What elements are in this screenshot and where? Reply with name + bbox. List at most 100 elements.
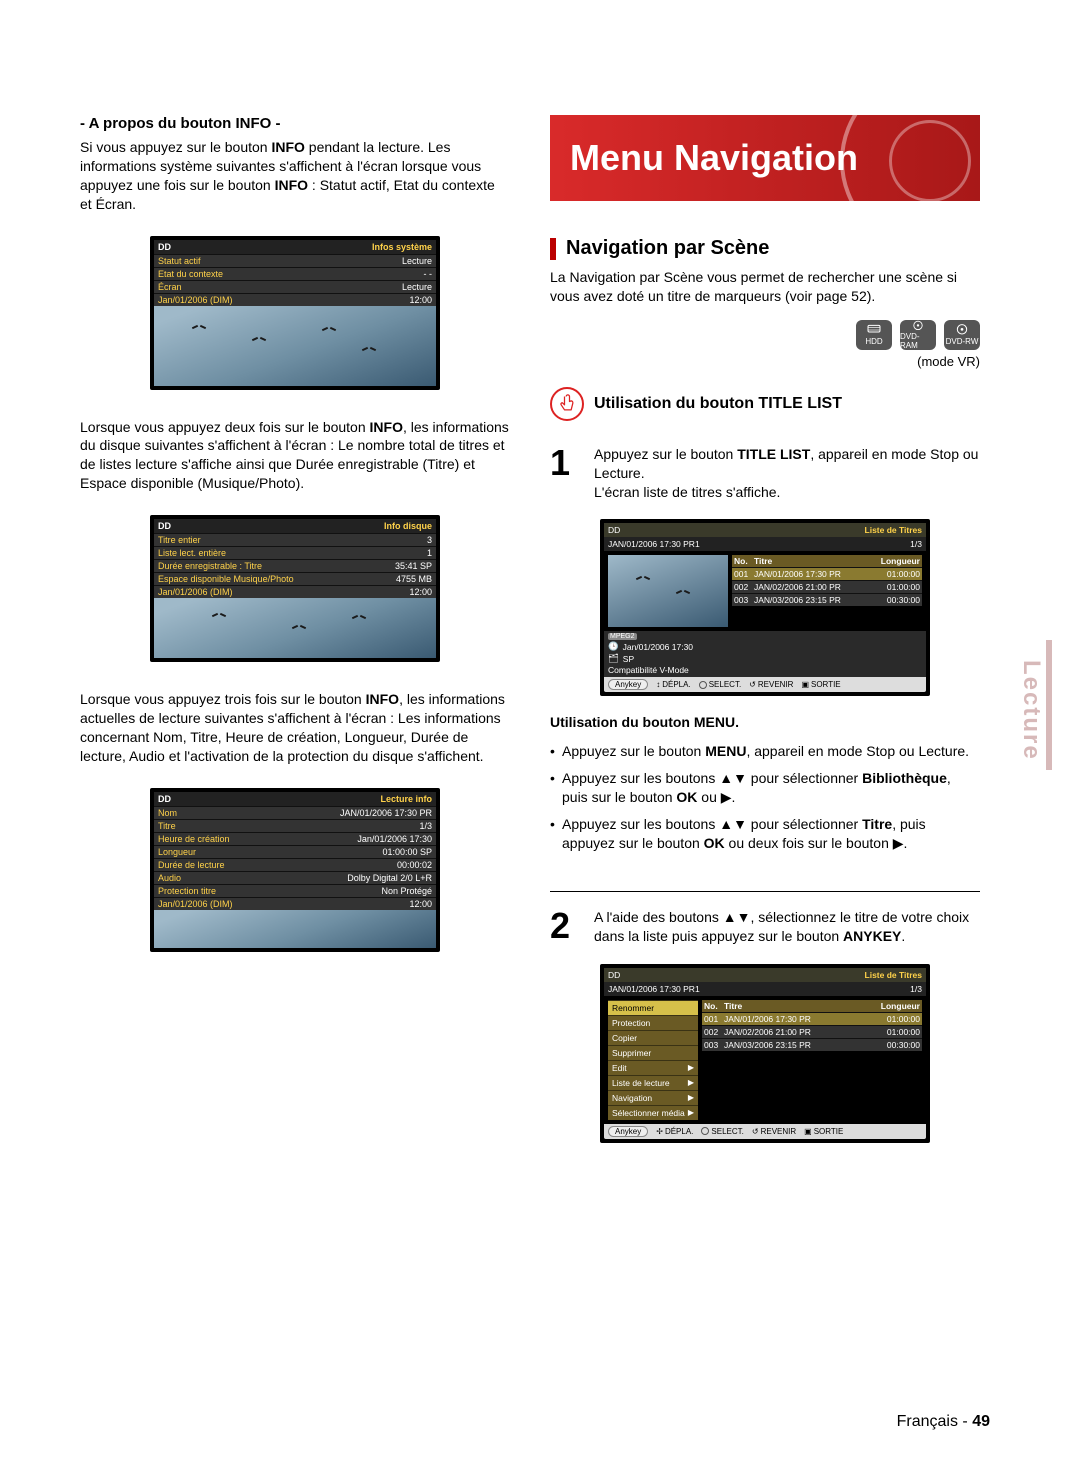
osd-row-label: Statut actif [158,256,201,266]
label: SORTIE [814,1127,844,1136]
osd-row-value: 01:00:00 SP [382,847,432,857]
osd-subtitle-left: JAN/01/2006 17:30 PR1 [608,984,700,994]
info-bold: INFO [366,691,399,707]
page-footer: Français - 49 [897,1413,990,1431]
osd-title-list-context: DD Liste de Titres JAN/01/2006 17:30 PR1… [600,964,930,1143]
cell-no: 001 [732,568,752,580]
cell-length: 01:00:00 [874,1026,922,1038]
exit-icon: ▣ [801,680,809,689]
cell-no: 003 [732,594,752,606]
meta-datetime: Jan/01/2006 17:30 [623,642,693,652]
cell-title: JAN/03/2006 23:15 PR [752,594,874,606]
anykey-pill[interactable]: Anykey [608,679,648,690]
osd-row-value: - - [424,269,433,279]
table-row[interactable]: 003 JAN/03/2006 23:15 PR 00:30:00 [732,593,922,606]
osd-row-label: Protection titre [158,886,216,896]
context-menu: Renommer Protection Copier Supprimer Edi… [608,1000,698,1120]
title-list-usage-row: Utilisation du bouton TITLE LIST [550,387,980,421]
table-row[interactable]: 002 JAN/02/2006 21:00 PR 01:00:00 [732,580,922,593]
menu-button-subheading: Utilisation du bouton MENU. [550,714,980,730]
page-number: 49 [972,1413,990,1430]
col-head-title: Titre [752,555,874,567]
osd-title-list: DD Liste de Titres JAN/01/2006 17:30 PR1… [600,519,930,696]
title-list-bold: TITLE LIST [737,446,810,462]
osd-row-value: 1/3 [419,821,432,831]
bird-icon [254,336,264,342]
scene-navigation-paragraph: La Navigation par Scène vous permet de r… [550,268,980,306]
text: A l'aide des boutons ▲▼, sélectionnez le… [594,909,969,944]
label: REVENIR [758,680,794,689]
video-preview [154,598,436,658]
osd-row-label: Écran [158,282,182,292]
chapter-tab-stub [1046,640,1052,770]
ctx-playlist[interactable]: Liste de lecture▶ [608,1075,698,1090]
ctx-navigation[interactable]: Navigation▶ [608,1090,698,1105]
osd-row-label: Audio [158,873,181,883]
info-bold: INFO [271,139,304,155]
osd-system-info: DD Infos système Statut actifLecture Eta… [150,236,440,390]
anykey-bold: ANYKEY [843,928,901,944]
ctx-delete[interactable]: Supprimer [608,1045,698,1060]
table-row[interactable]: 001 JAN/01/2006 17:30 PR 01:00:00 [732,567,922,580]
label: DÉPLA. [662,680,690,689]
osd-row-label: Liste lect. entière [158,548,226,558]
text: ou deux fois sur le bouton ▶. [725,835,908,851]
video-preview [154,910,436,948]
osd-row-value: Non Protégé [381,886,432,896]
meta-quality: SP [623,654,634,664]
menu-bold: MENU [705,743,746,759]
select-dot-icon [699,681,707,689]
divider [550,891,980,892]
table-row[interactable]: 001 JAN/01/2006 17:30 PR 01:00:00 [702,1012,922,1025]
bird-icon [354,614,364,620]
cell-no: 002 [702,1026,722,1038]
text: ou ▶. [697,789,735,805]
anykey-pill[interactable]: Anykey [608,1126,648,1137]
video-preview [154,306,436,386]
text: Appuyez sur les boutons ▲▼ pour sélectio… [562,816,862,832]
osd-row-value: Lecture [402,282,432,292]
ctx-protection[interactable]: Protection [608,1015,698,1030]
select-dot-icon [701,1127,709,1135]
bird-icon [324,326,334,332]
col-head-length: Longueur [874,555,922,567]
bird-icon [678,589,688,595]
ctx-copy[interactable]: Copier [608,1030,698,1045]
bird-icon [214,612,224,618]
label: Sélectionner média [612,1108,685,1118]
col-head-no: No. [732,555,752,567]
label: Navigation [612,1093,652,1103]
icon-label: HDD [865,337,882,346]
cell-no: 002 [732,581,752,593]
label: Edit [612,1063,627,1073]
info-bold: INFO [370,419,403,435]
cell-length: 00:30:00 [874,594,922,606]
footer-select: SELECT. [701,1127,743,1136]
cell-title: JAN/01/2006 17:30 PR [752,568,874,580]
scene-navigation-heading: Navigation par Scène [550,237,980,260]
cell-title: JAN/02/2006 21:00 PR [752,581,874,593]
info-press-once-paragraph: Si vous appuyez sur le bouton INFO penda… [80,138,510,214]
menu-navigation-banner: Menu Navigation [550,115,980,201]
icon-label: DVD-RW [946,337,979,346]
meta-compat: Compatibilité V-Mode [608,665,689,675]
table-row[interactable]: 003 JAN/03/2006 23:15 PR 00:30:00 [702,1038,922,1051]
ctx-edit[interactable]: Edit▶ [608,1060,698,1075]
osd-title: Info disque [384,521,432,531]
label: Supprimer [612,1048,651,1058]
exit-icon: ▣ [804,1127,812,1136]
osd-row-value: JAN/01/2006 17:30 PR [340,808,432,818]
text: , appareil en mode Stop ou Lecture. [746,743,969,759]
footer-exit: ▣SORTIE [804,1127,843,1136]
dvd-rw-icon: DVD-RW [944,320,980,350]
cell-length: 00:30:00 [874,1039,922,1051]
updown-icon: ↕ [656,680,660,689]
step-2: 2 A l'aide des boutons ▲▼, sélectionnez … [550,908,980,946]
info-bold: INFO [275,177,308,193]
ctx-select-media[interactable]: Sélectionner média▶ [608,1105,698,1120]
disc-decoration-icon [840,115,980,201]
table-row[interactable]: 002 JAN/02/2006 21:00 PR 01:00:00 [702,1025,922,1038]
osd-row-label: Durée de lecture [158,860,225,870]
osd-row-value: 12:00 [409,899,432,909]
ctx-rename[interactable]: Renommer [608,1000,698,1015]
